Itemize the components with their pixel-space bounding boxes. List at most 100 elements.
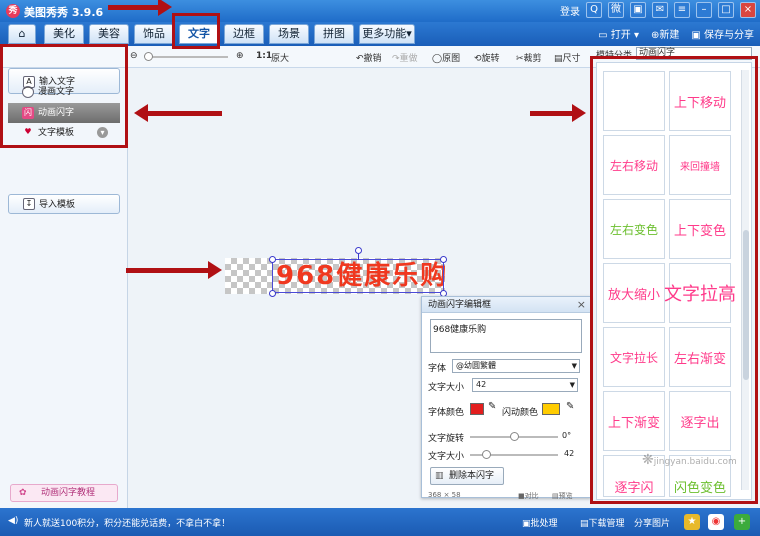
undo-label: 撤销 [363, 54, 382, 64]
star-icon[interactable]: ★ [684, 514, 700, 530]
editor-title-bar: 动画闪字编辑框 × [422, 297, 590, 313]
crop-button[interactable]: ✂裁剪 [516, 51, 542, 64]
flash-color-label: 闪动颜色 [502, 408, 539, 418]
tab-face[interactable]: 美容 [89, 24, 129, 44]
title-controls: 登录 Q 微 ▣ ✉ ≡ – □ × [560, 2, 756, 18]
close-icon[interactable]: × [577, 297, 586, 313]
undo-button[interactable]: ↶撤销 [356, 51, 382, 64]
size-select[interactable]: 42 ▼ [472, 378, 578, 392]
tab-scenes[interactable]: 场景 [269, 24, 309, 44]
font-select[interactable]: @幼圆繁體 ▼ [452, 359, 580, 373]
import-template-button[interactable]: ↧ 导入模板 [8, 194, 120, 214]
maximize-icon[interactable]: □ [718, 2, 734, 18]
text-color-label: 字体颜色 [428, 408, 465, 418]
import-icon: ↧ [23, 198, 35, 210]
share-image-button[interactable]: 分享图片 [634, 516, 670, 529]
arrow-head-left-panel [134, 104, 148, 122]
app-logo-icon: 秀 [6, 4, 20, 18]
batch-label: 批处理 [530, 519, 558, 529]
resize-button[interactable]: ▤尺寸 [554, 51, 581, 64]
preview-toggle[interactable]: ▤预览 [552, 491, 573, 501]
arrow-to-canvas-text [126, 268, 210, 273]
weibo-icon[interactable]: ◉ [708, 514, 724, 530]
feedback-icon[interactable]: ✉ [652, 2, 668, 18]
file-actions: ▭ 打开 ▾ ⊕新建 ▣ 保存与分享 [598, 26, 754, 41]
download-button[interactable]: ▤下载管理 [580, 516, 625, 529]
status-message[interactable]: 新人就送100积分，积分还能兑话费，不拿白不拿！ [24, 516, 230, 529]
zoom-out-icon[interactable]: ⊖ [130, 51, 138, 61]
save-label: 保存与分享 [704, 30, 754, 41]
weibo-icon[interactable]: 微 [608, 2, 624, 18]
resize-handle-top-right[interactable] [440, 256, 447, 263]
chevron-down-icon: ▼ [569, 381, 575, 389]
eyedropper-icon[interactable]: ✎ [566, 401, 574, 412]
resize-label: 尺寸 [562, 54, 581, 64]
menu-icon[interactable]: ≡ [674, 2, 690, 18]
rotate-slider-thumb[interactable] [510, 432, 519, 441]
size-label: 文字大小 [428, 383, 465, 393]
batch-button[interactable]: ▣批处理 [522, 516, 558, 529]
qq-icon[interactable]: Q [586, 2, 602, 18]
original-image-button[interactable]: ◯原图 [432, 51, 460, 64]
flash-color-swatch[interactable] [542, 403, 560, 415]
tutorial-label: 动画闪字教程 [41, 488, 96, 498]
arrow-head-canvas-text [208, 261, 222, 279]
plus-icon[interactable]: + [734, 514, 750, 530]
open-button[interactable]: ▭ 打开 ▾ [598, 26, 639, 41]
watermark: ❋jingyan.baidu.com [642, 452, 737, 468]
save-icon: ▣ [691, 30, 704, 41]
text-input[interactable]: 968健康乐购 [430, 319, 582, 353]
download-label: 下载管理 [588, 519, 625, 529]
tutorial-icon: ✿ [19, 488, 27, 498]
speaker-icon: ◀) [8, 516, 19, 526]
paw-icon: ❋ [642, 452, 654, 468]
new-button[interactable]: ⊕新建 [651, 26, 679, 41]
home-icon[interactable]: ⌂ [8, 24, 36, 44]
arrow-to-text-tab [108, 5, 160, 10]
annotation-box-left-panel [0, 44, 128, 148]
rotate-handle[interactable] [355, 247, 362, 254]
eyedropper-icon[interactable]: ✎ [488, 401, 496, 412]
tab-collage[interactable]: 拼图 [314, 24, 354, 44]
rotate-value: 0° [562, 431, 572, 440]
tab-frames[interactable]: 边框 [224, 24, 264, 44]
delete-text-label: 删除本闪字 [449, 471, 495, 481]
close-icon[interactable]: × [740, 2, 756, 18]
compare-label: 对比 [524, 492, 539, 500]
rotate-slider-label: 文字旋转 [428, 434, 465, 444]
scale-slider-thumb[interactable] [481, 450, 491, 459]
tutorial-button[interactable]: ✿ 动画闪字教程 [10, 484, 118, 502]
font-value: @幼圆繁體 [456, 361, 496, 370]
arrow-head-text-tab [158, 0, 172, 16]
save-share-button[interactable]: ▣ 保存与分享 [691, 26, 754, 41]
tab-beautify[interactable]: 美化 [44, 24, 84, 44]
scale-slider-label: 文字大小 [428, 452, 465, 462]
zoom-slider-thumb[interactable] [144, 52, 153, 61]
crop-label: 裁剪 [523, 54, 542, 64]
arrow-to-templates [530, 111, 574, 116]
tab-more[interactable]: 更多功能▾ [359, 24, 415, 44]
skin-icon[interactable]: ▣ [630, 2, 646, 18]
animated-text-editor: 动画闪字编辑框 × 968健康乐购 字体 @幼圆繁體 ▼ 文字大小 42 ▼ 字体颜… [421, 296, 591, 501]
resize-handle-bottom-left[interactable] [269, 290, 276, 297]
preview-label: 预览 [558, 492, 573, 500]
ratio-label[interactable]: 1:1 [256, 51, 272, 61]
text-selection-box[interactable] [272, 259, 444, 293]
resize-handle-top-left[interactable] [269, 256, 276, 263]
rotate-button[interactable]: ⟲旋转 [474, 51, 500, 64]
import-template-label: 导入模板 [39, 200, 76, 210]
text-color-swatch[interactable] [470, 403, 484, 415]
delete-text-button[interactable]: ▥ 删除本闪字 [430, 467, 504, 485]
original-size-button[interactable]: 原大 [271, 51, 289, 64]
compare-toggle[interactable]: ■对比 [518, 491, 539, 501]
tab-decorations[interactable]: 饰品 [134, 24, 174, 44]
annotation-box-templates [590, 56, 758, 504]
zoom-slider[interactable] [146, 56, 228, 58]
rotate-label: 旋转 [481, 54, 500, 64]
login-link[interactable]: 登录 [560, 3, 580, 18]
watermark-text: jingyan.baidu.com [653, 457, 737, 467]
arrow-to-left-panel [148, 111, 222, 116]
minimize-icon[interactable]: – [696, 2, 712, 18]
zoom-in-icon[interactable]: ⊕ [236, 51, 244, 61]
redo-button[interactable]: ↷重做 [392, 51, 418, 64]
